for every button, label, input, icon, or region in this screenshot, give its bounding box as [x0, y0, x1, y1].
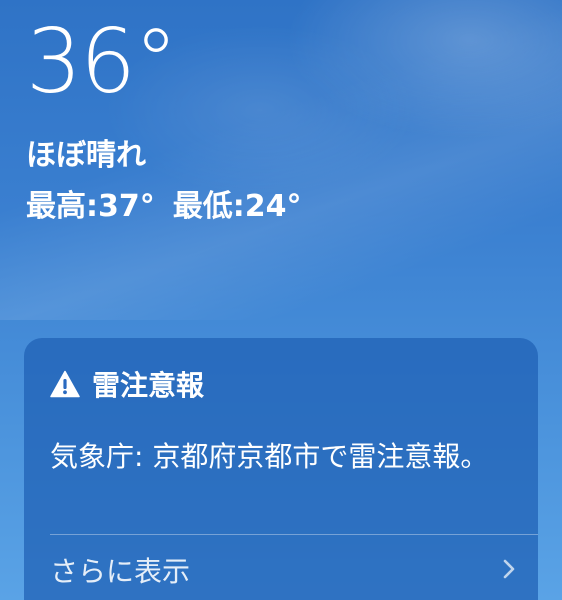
warning-triangle-icon [50, 370, 80, 398]
show-more-label: さらに表示 [50, 555, 191, 588]
weather-condition: ほぼ晴れ [26, 138, 146, 173]
low-temperature: 最低:24° [172, 189, 302, 224]
current-temperature: 36° [26, 10, 178, 113]
weather-alert-card[interactable]: 雷注意報 気象庁: 京都府京都市で雷注意報。 さらに表示 [24, 338, 538, 600]
alert-message: 気象庁: 京都府京都市で雷注意報。 [50, 440, 489, 473]
high-temperature: 最高:37° [26, 189, 155, 224]
high-low-temperatures: 最高:37° 最低:24° [26, 189, 302, 225]
chevron-right-icon [503, 559, 515, 579]
show-more-button[interactable]: さらに表示 [24, 546, 538, 596]
alert-title: 雷注意報 [92, 369, 205, 402]
alert-header: 雷注意報 [50, 364, 204, 404]
divider [50, 534, 538, 535]
